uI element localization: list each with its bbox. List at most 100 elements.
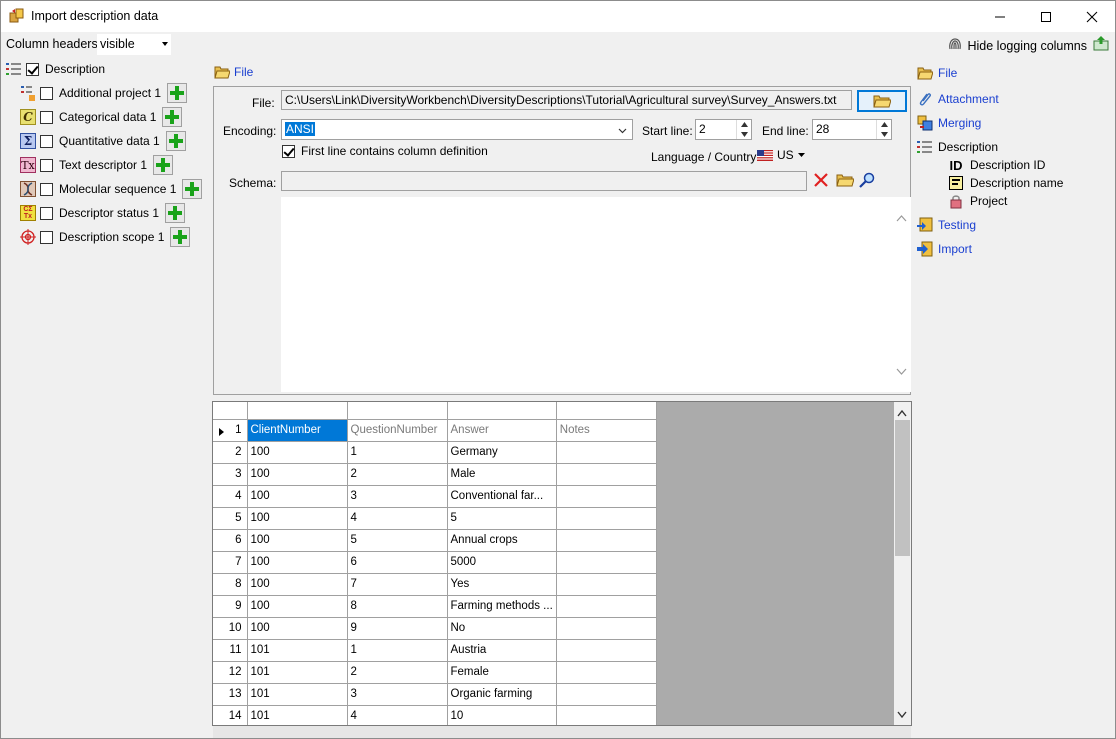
grid-cell[interactable]: 100 (247, 595, 348, 618)
grid-cell[interactable]: 100 (247, 507, 348, 530)
table-row[interactable]: 12 101 2 Female (213, 661, 657, 684)
nav-description-id[interactable]: ID Description ID (946, 157, 1046, 173)
molecular-sequence-checkbox[interactable] (40, 182, 53, 196)
grid-cell[interactable]: 100 (247, 463, 348, 486)
additional-project-checkbox[interactable] (40, 86, 53, 100)
grid-cell[interactable]: 100 (247, 441, 348, 464)
grid-cell[interactable]: 100 (247, 529, 348, 552)
quantitative-data-checkbox[interactable] (40, 134, 53, 148)
row-header[interactable]: 10 (213, 617, 248, 640)
row-header[interactable]: 1 (213, 419, 248, 442)
grid-cell[interactable]: 3 (347, 485, 448, 508)
grid-cell[interactable]: 4 (347, 507, 448, 530)
grid-cell[interactable] (556, 551, 657, 574)
categorical-data-checkbox[interactable] (40, 110, 53, 124)
tree-item-categorical-data[interactable]: C Categorical data 1 (20, 107, 183, 127)
grid-cell[interactable]: Austria (447, 639, 557, 662)
grid-cell[interactable]: ClientNumber (247, 419, 348, 442)
grid-cell[interactable]: 100 (247, 573, 348, 596)
schema-text-area[interactable] (281, 197, 911, 392)
remove-schema-icon[interactable] (813, 172, 829, 191)
table-row[interactable]: 13 101 3 Organic farming (213, 683, 657, 706)
browse-file-button[interactable] (857, 90, 907, 112)
grid-cell[interactable]: 9 (347, 617, 448, 640)
description-scope-checkbox[interactable] (40, 230, 53, 244)
grid-cell[interactable] (556, 639, 657, 662)
row-header[interactable]: 7 (213, 551, 248, 574)
nav-import[interactable]: Import (916, 241, 972, 257)
row-header[interactable]: 14 (213, 705, 248, 725)
spin-up-icon[interactable] (737, 120, 751, 130)
grid-cell[interactable]: 10 (447, 705, 557, 725)
grid-cell[interactable]: 3 (347, 683, 448, 706)
grid-cell[interactable]: 5 (347, 529, 448, 552)
scroll-down-icon[interactable] (897, 707, 907, 721)
grid-cell[interactable]: 7 (347, 573, 448, 596)
grid-cell[interactable] (556, 463, 657, 486)
grid-cell[interactable]: 5000 (447, 551, 557, 574)
grid-cell[interactable] (556, 705, 657, 725)
nav-project[interactable]: Project (946, 193, 1007, 209)
add-text-descriptor-button[interactable] (153, 155, 174, 175)
first-line-option[interactable]: First line contains column definition (282, 144, 488, 158)
end-line-spinner[interactable]: 28 (812, 119, 892, 140)
row-header[interactable]: 3 (213, 463, 248, 486)
grid-cell[interactable]: 100 (247, 485, 348, 508)
grid-cell[interactable]: Yes (447, 573, 557, 596)
add-descriptor-status-button[interactable] (165, 203, 186, 223)
grid-cell[interactable]: QuestionNumber (347, 419, 448, 442)
scroll-up-icon[interactable] (896, 211, 907, 225)
export-icon[interactable] (1093, 35, 1109, 54)
nav-attachment[interactable]: Attachment (916, 91, 999, 107)
row-header[interactable]: 2 (213, 441, 248, 464)
add-molecular-sequence-button[interactable] (182, 179, 203, 199)
table-row[interactable]: 4 100 3 Conventional far... (213, 485, 657, 508)
grid-cell[interactable] (556, 683, 657, 706)
row-header[interactable]: 6 (213, 529, 248, 552)
maximize-button[interactable] (1023, 1, 1069, 32)
table-row[interactable]: 5 100 4 5 (213, 507, 657, 530)
grid-cell[interactable]: 100 (247, 551, 348, 574)
scrollbar-thumb[interactable] (895, 420, 910, 556)
text-descriptor-checkbox[interactable] (40, 158, 53, 172)
nav-file[interactable]: File (916, 65, 957, 81)
language-select[interactable]: US (757, 148, 805, 162)
grid-cell[interactable] (556, 485, 657, 508)
table-row[interactable]: 10 100 9 No (213, 617, 657, 640)
grid-cell[interactable] (556, 661, 657, 684)
row-header[interactable]: 13 (213, 683, 248, 706)
tree-item-additional-project[interactable]: Additional project 1 (20, 83, 188, 103)
add-categorical-data-button[interactable] (162, 107, 183, 127)
open-schema-icon[interactable] (836, 173, 855, 190)
file-section-header[interactable]: File (214, 64, 253, 80)
grid-cell[interactable] (556, 441, 657, 464)
row-header[interactable]: 11 (213, 639, 248, 662)
grid-cell[interactable]: Conventional far... (447, 485, 557, 508)
spin-down-icon[interactable] (877, 130, 891, 140)
table-row[interactable]: 9 100 8 Farming methods ... (213, 595, 657, 618)
tree-item-descriptor-status[interactable]: CΣ Tx Descriptor status 1 (20, 203, 186, 223)
grid-cell[interactable]: 6 (347, 551, 448, 574)
find-schema-icon[interactable] (859, 172, 875, 191)
row-header[interactable]: 4 (213, 485, 248, 508)
add-quantitative-data-button[interactable] (165, 131, 186, 151)
scroll-down-icon[interactable] (896, 364, 907, 378)
grid-cell[interactable]: 101 (247, 661, 348, 684)
nav-description[interactable]: Description (916, 139, 998, 155)
table-row[interactable]: 7 100 6 5000 (213, 551, 657, 574)
grid-cell[interactable] (556, 617, 657, 640)
grid-cell[interactable]: 101 (247, 705, 348, 725)
spin-down-icon[interactable] (737, 130, 751, 140)
scroll-up-icon[interactable] (897, 406, 907, 420)
grid-cell[interactable]: 101 (247, 683, 348, 706)
tree-item-molecular-sequence[interactable]: Molecular sequence 1 (20, 179, 203, 199)
grid-cell[interactable]: 4 (347, 705, 448, 725)
close-button[interactable] (1069, 1, 1115, 32)
schema-field[interactable] (281, 171, 807, 191)
nav-testing[interactable]: Testing (916, 217, 976, 233)
grid-cell[interactable]: Notes (556, 419, 657, 442)
row-header[interactable]: 12 (213, 661, 248, 684)
description-checkbox[interactable] (26, 62, 39, 76)
descriptor-status-checkbox[interactable] (40, 206, 53, 220)
grid-cell[interactable]: 2 (347, 661, 448, 684)
